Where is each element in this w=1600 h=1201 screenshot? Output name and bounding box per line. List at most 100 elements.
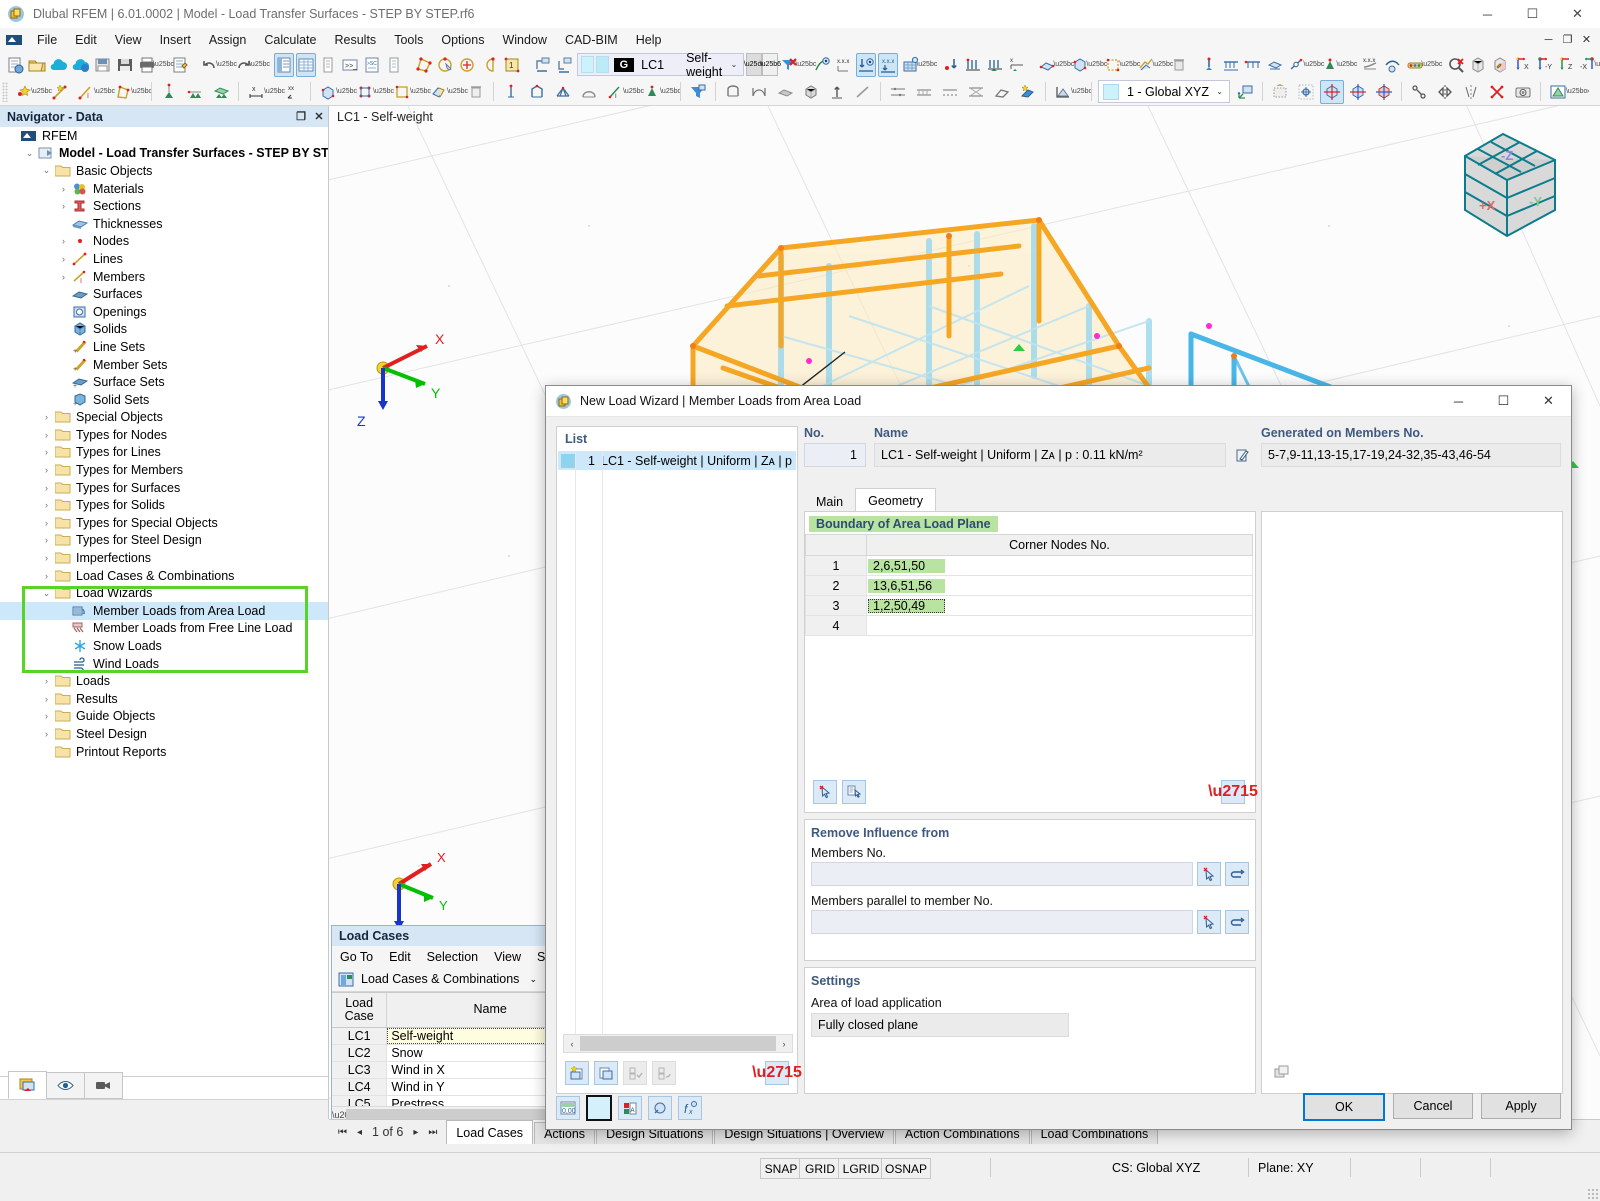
mdi-restore-button[interactable]: ❐ [1558, 33, 1577, 46]
surface-support-button[interactable] [1265, 53, 1285, 77]
new-opening-dropdown-icon[interactable]: \u25bc [410, 81, 431, 103]
coordinate-system-combo[interactable]: 1 - Global XYZ ⌄ [1098, 80, 1230, 103]
mdi-minimize-button[interactable]: ─ [1539, 34, 1558, 46]
menu-file[interactable]: File [28, 31, 66, 49]
solid-load-dropdown-icon[interactable]: \u25bc [1086, 54, 1107, 76]
new-node-button[interactable] [11, 80, 35, 104]
corner-nodes-row[interactable]: 3 1,2,50,49 [805, 595, 1253, 616]
cloud-open-button[interactable] [49, 53, 69, 77]
lc-menu-view[interactable]: View [486, 948, 529, 966]
tab-load-cases[interactable]: Load Cases [446, 1120, 534, 1144]
tree-twisty-icon[interactable]: › [38, 412, 55, 422]
result-new-button[interactable] [1016, 80, 1040, 104]
new-node-set-button[interactable] [353, 80, 377, 104]
surface-load-button[interactable] [1037, 53, 1057, 77]
global-cs-display-button[interactable] [1320, 79, 1344, 104]
view-in-neg-x-button[interactable]: -X [1578, 53, 1598, 77]
navigator-tab-display[interactable] [46, 1072, 85, 1099]
navigator-tree-item[interactable]: Member Loads from Free Line Load [0, 620, 328, 638]
imposed-deformation-dropdown-icon[interactable]: \u25bc [1152, 54, 1173, 76]
preview-render-button[interactable] [1270, 1061, 1294, 1085]
tree-twisty-icon[interactable]: › [55, 254, 72, 264]
result-axial-button[interactable] [912, 80, 936, 104]
navigator-tree-item[interactable]: › Guide Objects [0, 708, 328, 726]
solid-load-button[interactable] [1070, 53, 1090, 77]
measure-button[interactable] [1407, 80, 1431, 104]
new-model-button[interactable] [5, 53, 25, 77]
loadcase-next-button[interactable]: \u25b6 [760, 53, 781, 76]
apply-button[interactable]: Apply [1481, 1093, 1561, 1119]
area-of-load-application-value[interactable]: Fully closed plane [811, 1013, 1069, 1037]
corner-nodes-row[interactable]: 4 [805, 615, 1253, 636]
new-imperfection-button[interactable] [499, 80, 523, 104]
member-load-button[interactable] [985, 53, 1005, 77]
delete-load-button[interactable] [779, 53, 799, 77]
surface-load-dropdown-icon[interactable]: \u25bc [1053, 54, 1074, 76]
navigator-tree-item[interactable]: › Types for Lines [0, 444, 328, 462]
tree-twisty-icon[interactable]: › [55, 201, 72, 211]
menu-calculate[interactable]: Calculate [255, 31, 325, 49]
list-scroll-left-icon[interactable]: ‹ [564, 1039, 580, 1049]
navigator-tree-item[interactable]: › Materials [0, 180, 328, 198]
navigator-tree[interactable]: RFEM ⌄ Model - Load Transfer Surfaces - ST… [0, 127, 328, 1077]
navigator-restore-button[interactable]: ❐ [292, 110, 310, 123]
line-load-button[interactable] [963, 53, 983, 77]
navigator-tree-item[interactable]: › Special Objects [0, 409, 328, 427]
deselect-button[interactable] [480, 53, 500, 77]
navigator-tree-item[interactable]: › Lines [0, 250, 328, 268]
print-dropdown-icon[interactable]: \u25bc [153, 54, 174, 76]
tree-twisty-icon[interactable]: › [38, 729, 55, 739]
name-input[interactable]: LC1 - Self-weight | Uniform | Zᴀ | p : 0… [874, 443, 1226, 467]
print-button[interactable] [137, 53, 157, 77]
result-chart-button[interactable] [1051, 80, 1075, 104]
dimension-xx-button[interactable]: xx [281, 80, 305, 104]
navigator-tree-item[interactable]: Member Loads from Area Load [0, 602, 328, 620]
dimension-button[interactable]: x [244, 80, 268, 104]
new-solid-button[interactable] [316, 80, 340, 104]
select-special-button[interactable] [436, 53, 456, 77]
status-osnap[interactable]: OSNAP [881, 1158, 931, 1179]
menu-tools[interactable]: Tools [385, 31, 432, 49]
navigator-tree-item[interactable]: Thicknesses [0, 215, 328, 233]
new-member-dropdown-icon[interactable]: \u25bc [94, 81, 115, 103]
symmetry-button[interactable] [1459, 80, 1483, 104]
status-lgrid[interactable]: LGRID [838, 1158, 884, 1179]
status-snap[interactable]: SNAP [760, 1158, 802, 1179]
tree-twisty-icon[interactable]: › [38, 711, 55, 721]
new-member-set-dropdown-icon[interactable]: \u25bc [623, 81, 644, 103]
toolbar2-overflow-icon[interactable]: » [1582, 81, 1593, 103]
navigator-tree-item[interactable]: › Sections [0, 197, 328, 215]
undo-button[interactable] [200, 53, 220, 77]
delete-load-dropdown-icon[interactable]: \u25bc [795, 54, 816, 76]
minimize-button[interactable]: ─ [1465, 0, 1510, 28]
menu-view[interactable]: View [106, 31, 151, 49]
member-hinge-button[interactable] [1287, 53, 1307, 77]
ok-button[interactable]: OK [1303, 1093, 1385, 1121]
printout-report-button[interactable] [170, 53, 190, 77]
view-settings-button[interactable] [1546, 80, 1570, 104]
navigator-tree-item[interactable]: › Nodes [0, 233, 328, 251]
members-no-input[interactable] [811, 862, 1193, 886]
corner-nodes-cell[interactable]: 1,2,50,49 [866, 595, 1253, 616]
member-support-button[interactable] [1243, 53, 1263, 77]
chevron-down-icon[interactable]: ⌄ [731, 60, 744, 69]
tab-main[interactable]: Main [804, 492, 856, 512]
no-input[interactable]: 1 [804, 443, 866, 467]
mdi-close-button[interactable]: ✕ [1577, 33, 1596, 46]
cs-chevron-down-icon[interactable]: ⌄ [1216, 87, 1229, 96]
nodal-support-button[interactable] [1199, 53, 1219, 77]
tree-twisty-icon[interactable]: › [55, 184, 72, 194]
result-diagram-dropdown-icon[interactable]: \u25bc [1421, 54, 1442, 76]
results-view-button[interactable] [1383, 53, 1403, 77]
color-button[interactable] [586, 1095, 612, 1121]
delete-load-list-button[interactable]: \u2715 [752, 1061, 802, 1085]
pick-nodes-button[interactable] [813, 780, 837, 804]
navigator-tab-views[interactable] [84, 1072, 123, 1099]
navigator-tree-item[interactable]: Solids [0, 321, 328, 339]
reset-members-button[interactable] [1225, 862, 1249, 886]
new-line-button[interactable] [48, 80, 72, 104]
tree-twisty-icon[interactable]: › [38, 694, 55, 704]
free-load-dropdown-icon[interactable]: \u25bc [1119, 54, 1140, 76]
panel-toggle-button[interactable] [318, 53, 338, 77]
navigator-tree-item[interactable]: Printout Reports [0, 743, 328, 761]
